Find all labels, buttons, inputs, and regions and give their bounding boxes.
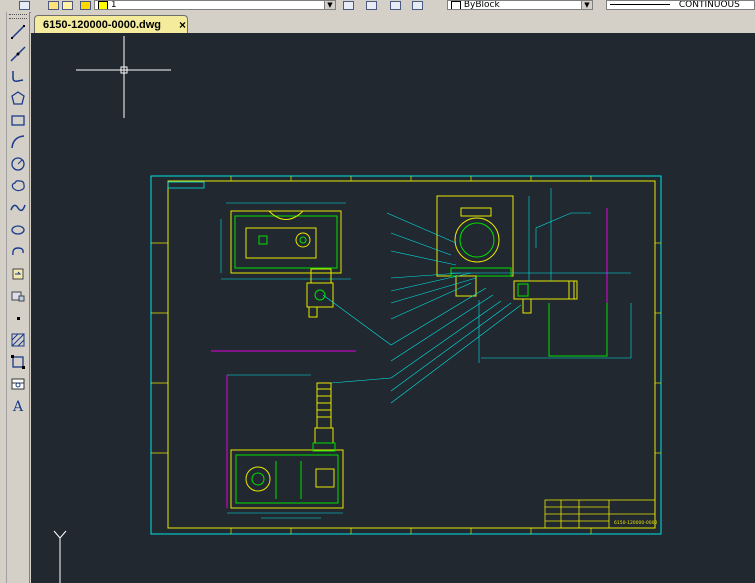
revision-cloud-icon[interactable] xyxy=(9,177,27,195)
lineweight-dropdown-value: CONTINUOUS xyxy=(678,0,740,10)
make-block-icon[interactable] xyxy=(9,287,27,305)
line-icon[interactable] xyxy=(9,23,27,41)
draw-toolbar: A xyxy=(7,12,30,583)
title-block-number: 6150-120000-0000 xyxy=(614,520,657,526)
view-top-left xyxy=(220,202,351,318)
dock-edge xyxy=(0,12,7,583)
linetype-dropdown[interactable]: ByBlock ▼ xyxy=(447,0,593,10)
chevron-down-icon[interactable]: ▼ xyxy=(581,1,592,9)
view-top-right xyxy=(436,188,632,363)
bulb-icon[interactable] xyxy=(48,1,59,10)
layer-previous-icon[interactable] xyxy=(343,1,354,10)
table-icon[interactable] xyxy=(9,375,27,393)
ellipse-icon[interactable] xyxy=(9,221,27,239)
text-icon[interactable]: A xyxy=(9,398,27,416)
layer-dropdown-value: 1 xyxy=(110,0,117,10)
document-tab-bar: 6150-120000-0000.dwg × xyxy=(31,12,755,33)
chevron-down-icon[interactable]: ▼ xyxy=(324,1,335,9)
layer-state-icon[interactable] xyxy=(366,1,377,10)
point-icon[interactable] xyxy=(9,309,27,327)
polyline-icon[interactable] xyxy=(9,67,27,85)
view-bottom-left xyxy=(226,374,344,519)
tab-document-label: 6150-120000-0000.dwg xyxy=(43,19,162,31)
tab-document[interactable]: 6150-120000-0000.dwg × xyxy=(34,15,188,33)
drawing-number-box xyxy=(167,181,205,189)
rectangle-icon[interactable] xyxy=(9,111,27,129)
close-icon[interactable]: × xyxy=(179,17,186,33)
crosshair-cursor xyxy=(76,36,171,118)
layer-isolate-icon[interactable] xyxy=(412,1,423,10)
leader-lines xyxy=(322,212,522,404)
lock-icon[interactable] xyxy=(80,1,91,10)
layer-match-icon[interactable] xyxy=(390,1,401,10)
linetype-dropdown-value: ByBlock xyxy=(463,0,500,10)
drawing-inner-frame xyxy=(167,180,656,529)
hatch-icon[interactable] xyxy=(9,331,27,349)
polygon-icon[interactable] xyxy=(9,89,27,107)
arc-icon[interactable] xyxy=(9,133,27,151)
sun-icon[interactable] xyxy=(62,1,73,10)
xline-icon[interactable] xyxy=(9,45,27,63)
toolbar-grip[interactable] xyxy=(9,14,27,19)
region-icon[interactable] xyxy=(9,353,27,371)
ucs-icon xyxy=(53,530,67,583)
lineweight-dropdown[interactable]: CONTINUOUS xyxy=(606,0,755,10)
layer-manager-icon[interactable] xyxy=(19,1,30,10)
drawing-svg: 6150-120000-0000 xyxy=(53,36,662,583)
ellipse-arc-icon[interactable] xyxy=(9,243,27,261)
spline-icon[interactable] xyxy=(9,199,27,217)
drawing-canvas[interactable]: 6150-120000-0000 xyxy=(31,33,755,583)
text-icon-glyph: A xyxy=(12,399,24,415)
layer-dropdown[interactable]: 1 ▼ xyxy=(94,0,336,10)
circle-icon[interactable] xyxy=(9,155,27,173)
insert-block-icon[interactable] xyxy=(9,265,27,283)
